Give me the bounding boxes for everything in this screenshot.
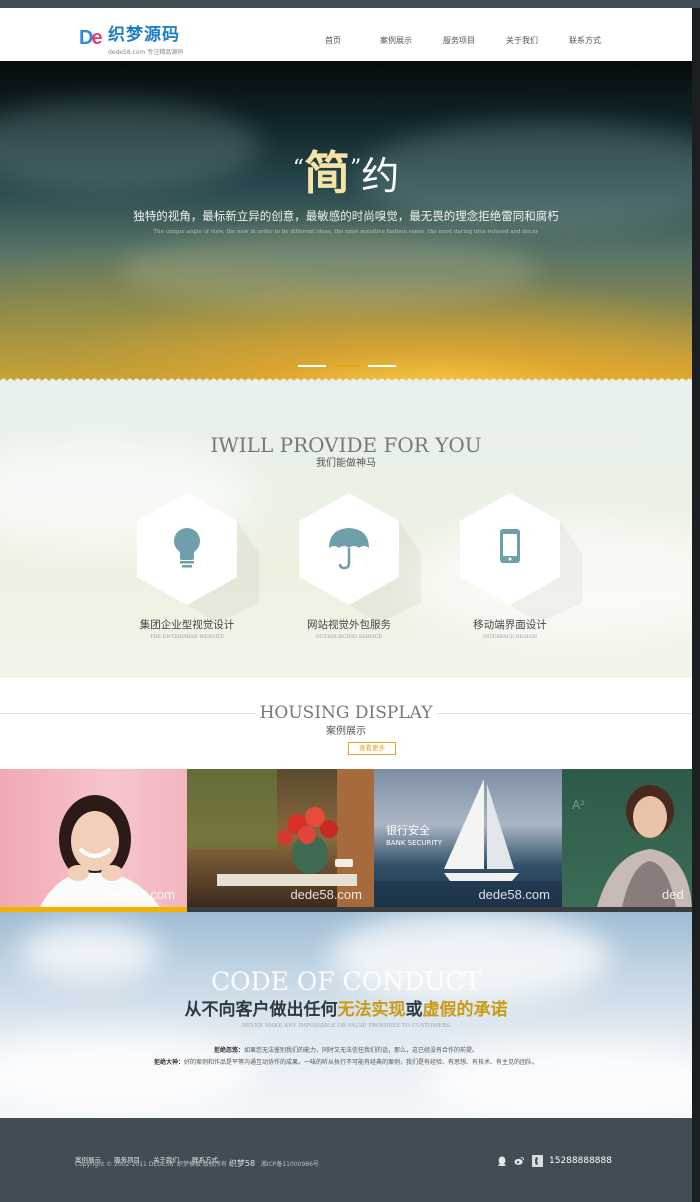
slider-dot-3[interactable] bbox=[368, 365, 396, 367]
housing-subtitle: 案例展示 bbox=[326, 726, 366, 737]
bg-cloud bbox=[0, 1032, 260, 1112]
conduct-slogan-en: NEVER MAKE ANY IMPOSSIBLE OR FALSE PROMI… bbox=[241, 1023, 451, 1029]
conduct-line-2: 拒绝大神：好的案例和作品是平等沟通互动协作的成果。一味的听从执行不可能有经典的案… bbox=[153, 1059, 539, 1066]
service-name-en: OUTSOURCING SERVICE bbox=[315, 634, 383, 640]
slider-dot-1[interactable] bbox=[298, 365, 326, 367]
conduct-section: CODE OF CONDUCT 从不向客户做出任何无法实现或虚假的承诺 NEVE… bbox=[0, 912, 692, 1118]
hexagon-badge bbox=[460, 493, 582, 623]
conduct-slogan: 从不向客户做出任何无法实现或虚假的承诺 bbox=[184, 1000, 508, 1020]
services-title: IWILL PROVIDE FOR YOU bbox=[210, 433, 482, 457]
logo-slogan: 专注精品源码 bbox=[147, 49, 184, 56]
footer-phone: 15288888888 bbox=[549, 1156, 612, 1166]
svg-text:A²: A² bbox=[572, 798, 585, 812]
logo[interactable]: De 织梦源码 dede58.com 专注精品源码 bbox=[79, 24, 183, 60]
service-name-en: INTERFACE DESIGN bbox=[482, 634, 538, 640]
hero-banner: “简”约 独特的视角，最标新立异的创意，最敏感的时尚嗅觉，最无畏的理念拒绝雷同和… bbox=[0, 61, 692, 381]
slider-dots bbox=[298, 365, 398, 368]
service-item[interactable]: 移动端界面设计 INTERFACE DESIGN bbox=[430, 493, 590, 643]
service-name: 移动端界面设计 bbox=[473, 619, 547, 631]
tile-watermark: dede58.com bbox=[290, 887, 362, 902]
case-tile[interactable]: 银行安全 BANK SECURITY dede58.com bbox=[374, 769, 562, 907]
nav-item-about[interactable]: 关于我们 bbox=[506, 35, 538, 47]
mobile-phone-icon bbox=[500, 529, 520, 563]
hero-subtitle: 独特的视角，最标新立异的创意，最敏感的时尚嗅觉，最无畏的理念拒绝雷同和腐朽 bbox=[133, 209, 559, 223]
housing-section: HOUSING DISPLAY 案例展示 查看更多 bbox=[0, 678, 692, 769]
footer-links: 案例展示 服务项目 关于我们 联系方式 bbox=[75, 1147, 231, 1164]
nav-item-services[interactable]: 服务项目 bbox=[443, 35, 475, 47]
conduct-title: CODE OF CONDUCT bbox=[210, 967, 482, 996]
service-name: 集团企业型视觉设计 bbox=[139, 619, 235, 631]
tile-watermark: dede58.com bbox=[478, 887, 550, 902]
service-item[interactable]: 网站视觉外包服务 OUTSOURCING SERVICE bbox=[269, 493, 429, 643]
view-more-button[interactable]: 查看更多 bbox=[348, 742, 396, 755]
housing-title: HOUSING DISPLAY bbox=[0, 702, 692, 724]
services-section: IWILL PROVIDE FOR YOU 我们能做神马 集团企业型视觉设计 T… bbox=[0, 381, 692, 678]
logo-mark-icon: De bbox=[79, 27, 103, 49]
hexagon-badge bbox=[137, 493, 259, 623]
hero-subtitle-en: The unique angle of view, the new in ord… bbox=[153, 229, 539, 235]
hero-title: “简”约 bbox=[292, 146, 400, 200]
service-item[interactable]: 集团企业型视觉设计 THE ENTERPRISE WEBSITE bbox=[107, 493, 267, 643]
tile-watermark: dede58.com bbox=[103, 887, 175, 902]
weibo-icon[interactable] bbox=[514, 1156, 524, 1166]
case-gallery: dede58.com dede58.com 银行安全 BANK SECURITY… bbox=[0, 769, 692, 912]
phone-icon bbox=[532, 1155, 543, 1167]
slider-dot-2[interactable] bbox=[333, 365, 361, 367]
site-footer: 案例展示 服务项目 关于我们 联系方式 Copyright © 2002-2011 D… bbox=[0, 1118, 692, 1202]
footer-copyright: Copyright © 2002-2011 DEDE58. 织梦模板 版权所有 … bbox=[75, 1159, 319, 1168]
top-accent-bar bbox=[0, 0, 700, 8]
logo-domain: dede58.com bbox=[108, 49, 146, 56]
hexagon-badge bbox=[299, 493, 421, 623]
tile-watermark: ded bbox=[662, 887, 684, 902]
site-header: De 织梦源码 dede58.com 专注精品源码 首页 案例展示 服务项目 关… bbox=[0, 8, 692, 61]
case-tile[interactable]: A² ded bbox=[562, 769, 692, 907]
main-nav: 首页 案例展示 服务项目 关于我们 联系方式 bbox=[310, 35, 620, 49]
logo-subline: dede58.com 专注精品源码 bbox=[108, 49, 183, 57]
nav-item-home[interactable]: 首页 bbox=[325, 35, 341, 47]
case-tile[interactable]: dede58.com bbox=[187, 769, 374, 907]
hero-cloud bbox=[120, 231, 540, 311]
scrollbar-gutter bbox=[692, 61, 700, 1118]
case-tile[interactable]: dede58.com bbox=[0, 769, 187, 907]
qq-icon[interactable] bbox=[497, 1156, 507, 1166]
service-name: 网站视觉外包服务 bbox=[307, 619, 391, 631]
conduct-line-1: 拒绝忽悠：如果您无法鉴别我们的能力，同时又无法信任我们的话，那么，这已经没有合作… bbox=[213, 1047, 479, 1054]
service-name-en: THE ENTERPRISE WEBSITE bbox=[149, 634, 225, 640]
logo-title: 织梦源码 bbox=[108, 25, 180, 45]
tile-overlay-en: BANK SECURITY bbox=[386, 839, 443, 847]
page: De 织梦源码 dede58.com 专注精品源码 首页 案例展示 服务项目 关… bbox=[0, 0, 700, 1202]
tile-overlay-title: 银行安全 bbox=[386, 823, 430, 837]
services-subtitle: 我们能做神马 bbox=[316, 458, 376, 469]
nav-item-cases[interactable]: 案例展示 bbox=[380, 35, 412, 47]
nav-item-contact[interactable]: 联系方式 bbox=[569, 35, 601, 47]
